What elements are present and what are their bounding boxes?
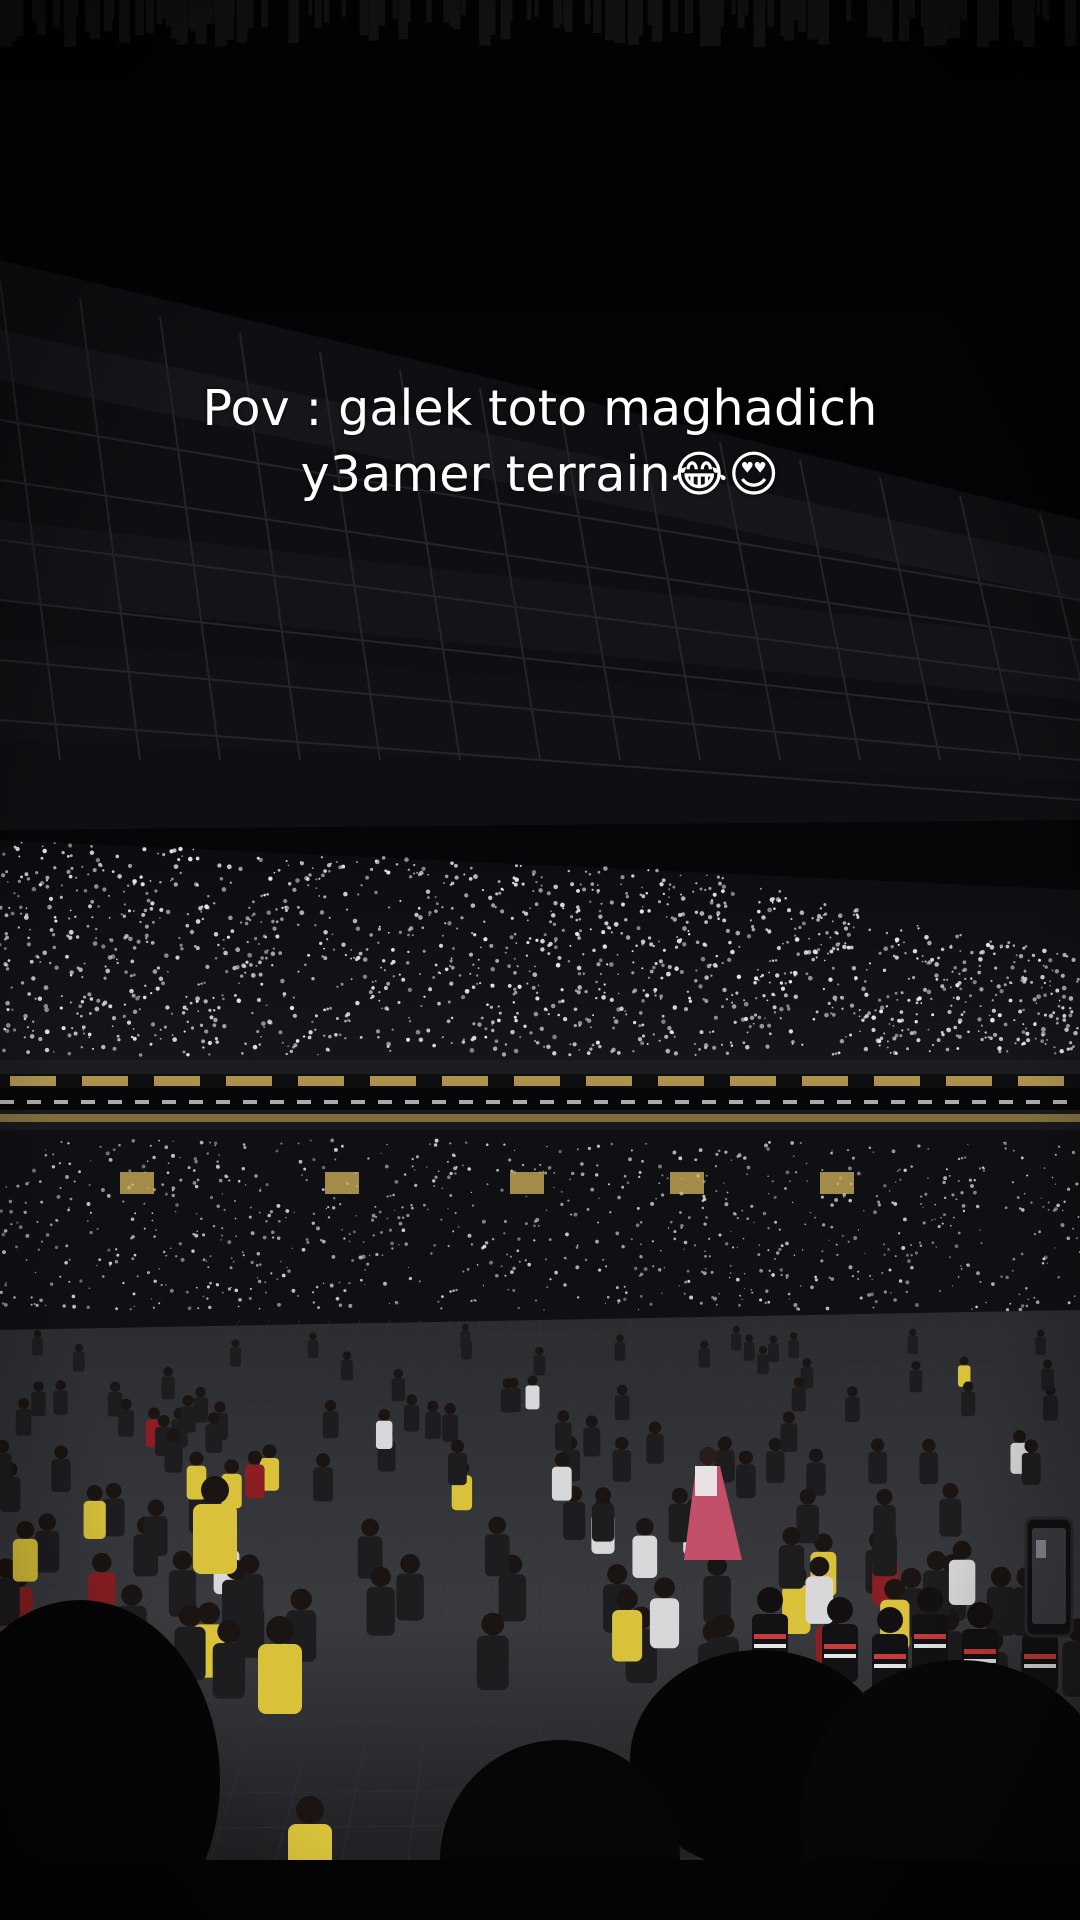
caption-text: Pov : galek toto maghadich y3amer terrai…	[90, 376, 990, 508]
vignette	[0, 0, 1080, 1920]
stadium-photo	[0, 0, 1080, 1920]
caption-line-2: y3amer terrain😂😍	[300, 446, 780, 503]
caption-line-1: Pov : galek toto maghadich	[202, 380, 878, 437]
